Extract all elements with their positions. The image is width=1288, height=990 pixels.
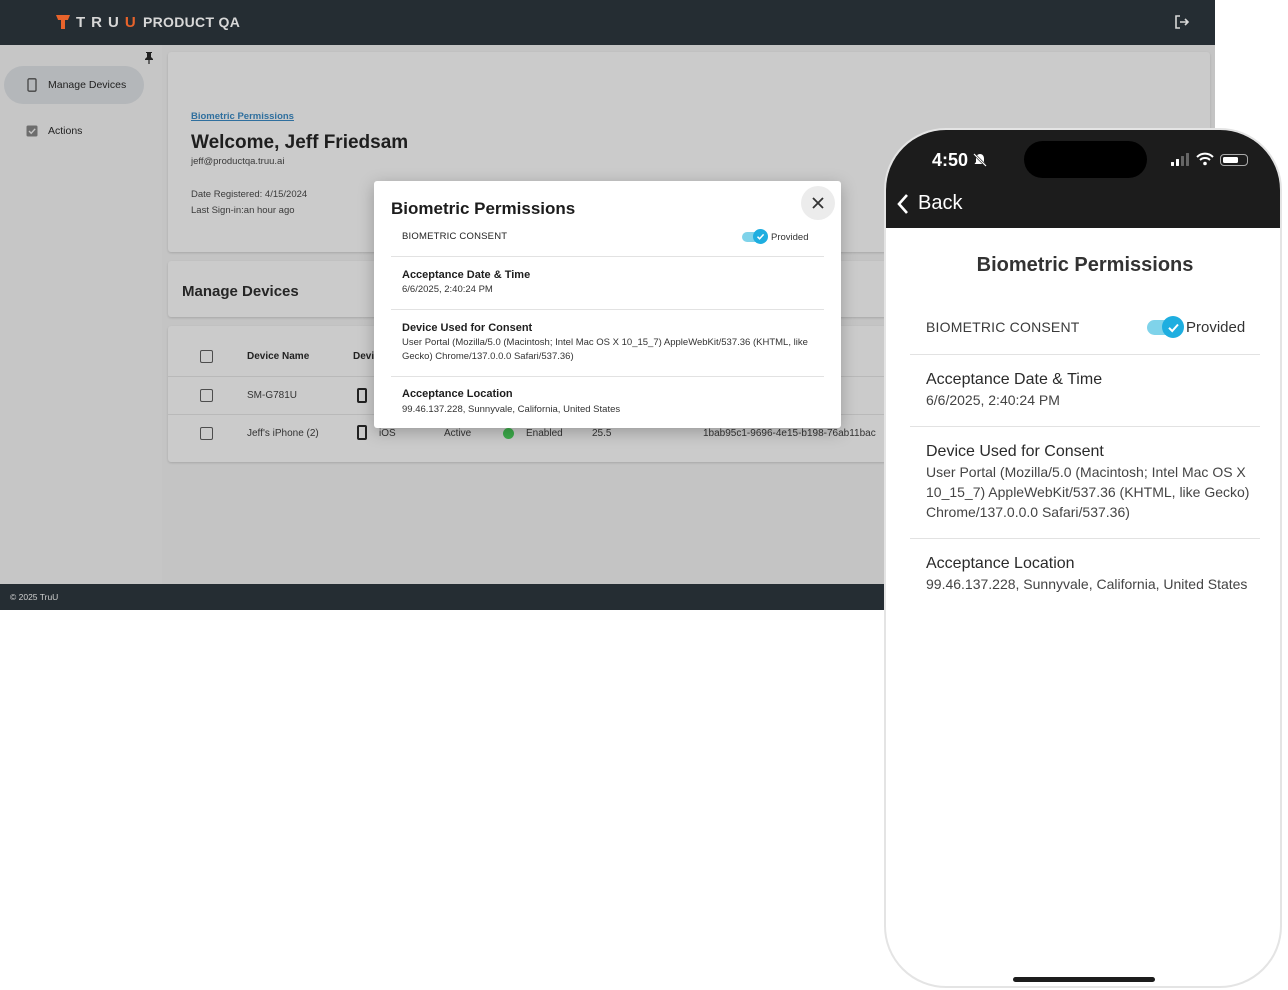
status-dot-icon (503, 428, 514, 439)
device-id-cell: 1bab95c1-9696-4e15-b198-76ab11bac (703, 428, 876, 439)
checkmark-icon (753, 229, 768, 244)
battery-icon (1220, 154, 1248, 166)
phone-icon (27, 78, 37, 92)
back-button[interactable]: Back (896, 192, 962, 215)
sidebar-item-manage-devices[interactable]: Manage Devices (4, 66, 144, 104)
phone-header: 4:50 Back (886, 130, 1280, 228)
consent-toggle[interactable] (742, 229, 768, 244)
pin-icon[interactable] (143, 51, 155, 65)
copyright-text: © 2025 TruU (10, 592, 59, 602)
consent-status: Provided (1186, 319, 1246, 336)
version-cell: 25.5 (592, 428, 612, 439)
close-icon (812, 197, 824, 209)
back-label: Back (918, 192, 963, 214)
org-name: PRODUCT QA (143, 14, 241, 30)
welcome-heading: Welcome, Jeff Friedsam (191, 132, 409, 153)
logo-text: TRUU (76, 13, 142, 31)
divider (910, 538, 1260, 539)
status-cell: Active (444, 428, 472, 439)
divider (391, 309, 824, 310)
checkbox-icon (26, 125, 38, 137)
acceptance-date-heading: Acceptance Date & Time (402, 269, 531, 281)
divider (391, 256, 824, 257)
divider (391, 376, 824, 377)
device-name-cell: SM-G781U (247, 390, 298, 401)
phone-page-title: Biometric Permissions (976, 254, 1194, 276)
logout-icon[interactable] (1174, 14, 1190, 30)
acceptance-location-heading: Acceptance Location (926, 555, 1075, 572)
date-registered: Date Registered: 4/15/2024 (191, 189, 308, 200)
row-checkbox[interactable] (200, 427, 213, 440)
biometric-consent-label: BIOMETRIC CONSENT (926, 319, 1080, 335)
device-used-value: User Portal (Mozilla/5.0 (Macintosh; Int… (926, 464, 1250, 520)
acceptance-date-heading: Acceptance Date & Time (926, 371, 1103, 388)
sidebar-item-label: Manage Devices (48, 79, 127, 91)
biometric-consent-label: BIOMETRIC CONSENT (402, 231, 508, 242)
biometric-permissions-modal: Biometric Permissions BIOMETRIC CONSENT … (374, 181, 841, 428)
acceptance-date-value: 6/6/2025, 2:40:24 PM (926, 392, 1060, 408)
mobile-phone-frame: 4:50 Back Biometric Permissions BIOMETRI… (884, 128, 1282, 988)
device-used-heading: Device Used for Consent (926, 443, 1104, 460)
row-checkbox[interactable] (200, 389, 213, 402)
acceptance-location-heading: Acceptance Location (402, 388, 513, 400)
breadcrumb-biometric-permissions[interactable]: Biometric Permissions (191, 111, 294, 122)
phone-icon (357, 425, 367, 440)
user-email: jeff@productqa.truu.ai (191, 156, 285, 167)
column-header-device-name[interactable]: Device Name (247, 351, 309, 362)
consent-status: Provided (771, 232, 809, 243)
select-all-checkbox[interactable] (200, 350, 213, 363)
last-sign-in: Last Sign-in:an hour ago (191, 205, 295, 216)
os-cell: iOS (379, 428, 396, 439)
chevron-left-icon (897, 193, 908, 214)
home-indicator[interactable] (1013, 977, 1155, 982)
close-button[interactable] (801, 186, 835, 220)
dynamic-island (1024, 141, 1147, 178)
phone-icon (357, 388, 367, 403)
signal-icon (1171, 153, 1189, 166)
consent-toggle[interactable] (1147, 316, 1184, 338)
column-header-device-type[interactable]: Devi (353, 351, 374, 362)
device-name-cell: Jeff's iPhone (2) (247, 428, 319, 439)
truu-logo[interactable]: TRUU (56, 13, 142, 31)
sidebar-item-label: Actions (48, 125, 83, 137)
sidebar: Manage Devices Actions (0, 45, 162, 584)
modal-title: Biometric Permissions (391, 199, 576, 218)
truu-logo-mark-icon (56, 15, 70, 29)
top-bar: TRUU PRODUCT QA (0, 0, 1215, 45)
manage-devices-title: Manage Devices (182, 283, 299, 300)
acceptance-location-value: 99.46.137.228, Sunnyvale, California, Un… (402, 404, 621, 415)
divider (910, 354, 1260, 355)
checkmark-icon (1162, 316, 1184, 338)
acceptance-date-value: 6/6/2025, 2:40:24 PM (402, 284, 493, 295)
status-time: 4:50 (932, 150, 969, 170)
bell-off-icon (973, 153, 987, 167)
device-used-value: User Portal (Mozilla/5.0 (Macintosh; Int… (402, 337, 808, 362)
wifi-icon (1196, 152, 1214, 166)
sidebar-item-actions[interactable]: Actions (4, 112, 144, 150)
divider (910, 426, 1260, 427)
biometric-state-cell: Enabled (526, 428, 563, 439)
device-used-heading: Device Used for Consent (402, 322, 533, 334)
acceptance-location-value: 99.46.137.228, Sunnyvale, California, Un… (926, 576, 1248, 592)
